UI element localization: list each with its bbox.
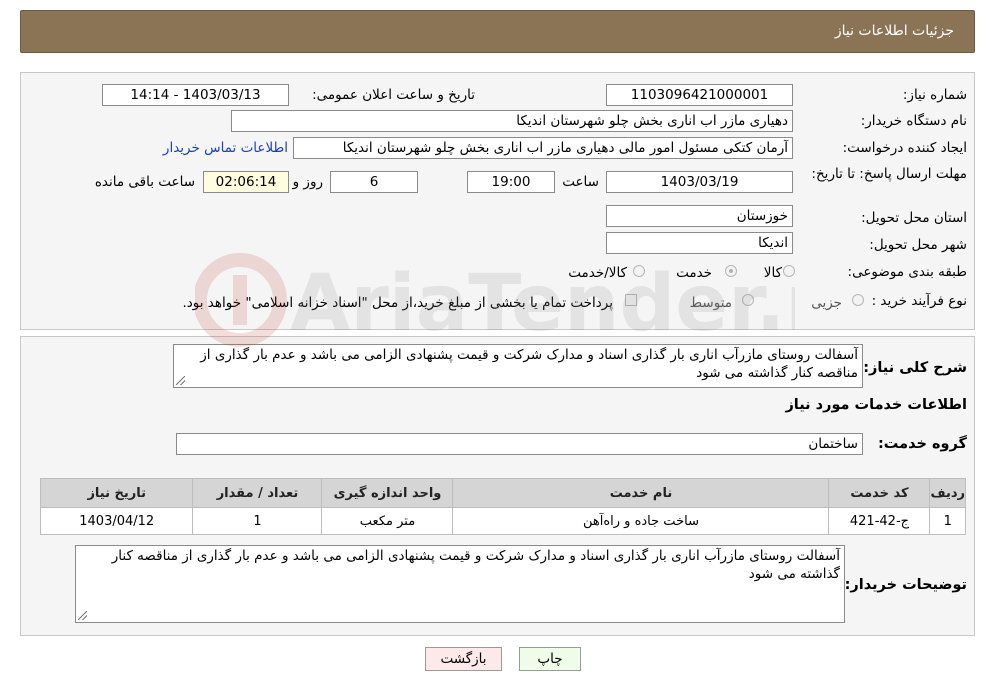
days-label: روز و	[292, 174, 323, 190]
col-need-date: تاریخ نیاز	[39, 478, 194, 508]
requester-label: ایجاد کننده درخواست:	[842, 140, 967, 156]
resize-handle-icon[interactable]	[78, 611, 87, 620]
announce-datetime-label: تاریخ و ساعت اعلان عمومی:	[312, 87, 475, 103]
purchase-minor-radio[interactable]	[852, 294, 864, 306]
province-label: استان محل تحویل:	[861, 210, 967, 226]
buyer-contact-link[interactable]: اطلاعات تماس خریدار	[163, 140, 288, 156]
cell-unit: متر مکعب	[321, 507, 454, 535]
category-service-radio[interactable]	[725, 265, 737, 277]
cell-need-date: 1403/04/12	[39, 507, 194, 535]
service-group-label: گروه خدمت:	[877, 436, 967, 452]
buyer-notes-textarea[interactable]: آسفالت روستای مازرآب اناری بار گذاری اسن…	[75, 545, 845, 623]
category-service-label: خدمت	[676, 265, 712, 281]
treasury-bonds-checkbox[interactable]	[625, 294, 637, 306]
table-row: 1 ج-42-421 ساخت جاده و راه‌آهن متر مکعب …	[39, 507, 966, 535]
services-section-title: اطلاعات خدمات مورد نیاز	[785, 397, 967, 413]
remaining-time-label: ساعت باقی مانده	[94, 174, 195, 190]
buyer-notes-label: توضیحات خریدار:	[844, 577, 967, 593]
need-number-field: 1103096421000001	[606, 84, 793, 106]
need-number-label: شماره نیاز:	[902, 87, 967, 103]
city-label: شهر محل تحویل:	[869, 237, 967, 253]
col-service-code: کد خدمت	[828, 478, 931, 508]
col-service-name: نام خدمت	[452, 478, 830, 508]
purchase-type-label: نوع فرآیند خرید :	[871, 293, 967, 309]
category-goods-radio[interactable]	[783, 265, 795, 277]
treasury-bonds-note: پرداخت تمام یا بخشی از مبلغ خرید،از محل …	[182, 295, 613, 311]
buyer-org-field: دهیاری مازر اب اناری بخش چلو شهرستان اند…	[231, 110, 793, 132]
remaining-time-field: 02:06:14	[203, 171, 289, 193]
cell-service-code: ج-42-421	[828, 507, 931, 535]
deadline-date-field: 1403/03/19	[606, 171, 793, 193]
category-goods-label: کالا	[763, 265, 782, 281]
services-table: ردیف کد خدمت نام خدمت واحد اندازه گیری ت…	[39, 478, 966, 535]
deadline-time-field: 19:00	[467, 171, 555, 193]
resize-handle-icon[interactable]	[176, 376, 185, 385]
cell-service-name: ساخت جاده و راه‌آهن	[452, 507, 830, 535]
announce-datetime-field: 1403/03/13 - 14:14	[102, 84, 289, 106]
cell-quantity: 1	[192, 507, 323, 535]
description-textarea[interactable]: آسفالت روستای مازرآب اناری بار گذاری اسن…	[173, 344, 863, 388]
description-text: آسفالت روستای مازرآب اناری بار گذاری اسن…	[200, 347, 858, 381]
service-group-field: ساختمان	[176, 433, 863, 455]
purchase-minor-label: جزیی	[811, 295, 842, 311]
city-field: اندیکا	[606, 232, 793, 254]
requester-field: آرمان کتکی مسئول امور مالی دهیاری مازر ا…	[293, 137, 793, 159]
description-label: شرح کلی نیاز:	[863, 360, 967, 376]
back-button[interactable]: بازگشت	[425, 647, 502, 671]
col-row-number: ردیف	[929, 478, 966, 508]
category-goods-service-label: کالا/خدمت	[568, 265, 627, 281]
buyer-notes-text: آسفالت روستای مازرآب اناری بار گذاری اسن…	[111, 548, 840, 582]
deadline-label: مهلت ارسال پاسخ: تا تاریخ:	[811, 166, 967, 182]
page-header: جزئیات اطلاعات نیاز	[20, 10, 975, 53]
col-quantity: تعداد / مقدار	[192, 478, 323, 508]
province-field: خوزستان	[606, 205, 793, 227]
deadline-time-label: ساعت	[562, 174, 599, 190]
buyer-org-label: نام دستگاه خریدار:	[860, 113, 967, 129]
category-goods-service-radio[interactable]	[633, 265, 645, 277]
services-table-header: ردیف کد خدمت نام خدمت واحد اندازه گیری ت…	[39, 478, 966, 508]
print-button[interactable]: چاپ	[519, 647, 581, 671]
category-label: طبقه بندی موضوعی:	[847, 264, 967, 280]
cell-row-number: 1	[929, 507, 966, 535]
col-unit: واحد اندازه گیری	[321, 478, 454, 508]
page-title: جزئیات اطلاعات نیاز	[834, 23, 954, 39]
remaining-days-field: 6	[330, 171, 418, 193]
purchase-medium-label: متوسط	[689, 295, 732, 311]
purchase-medium-radio[interactable]	[742, 294, 754, 306]
